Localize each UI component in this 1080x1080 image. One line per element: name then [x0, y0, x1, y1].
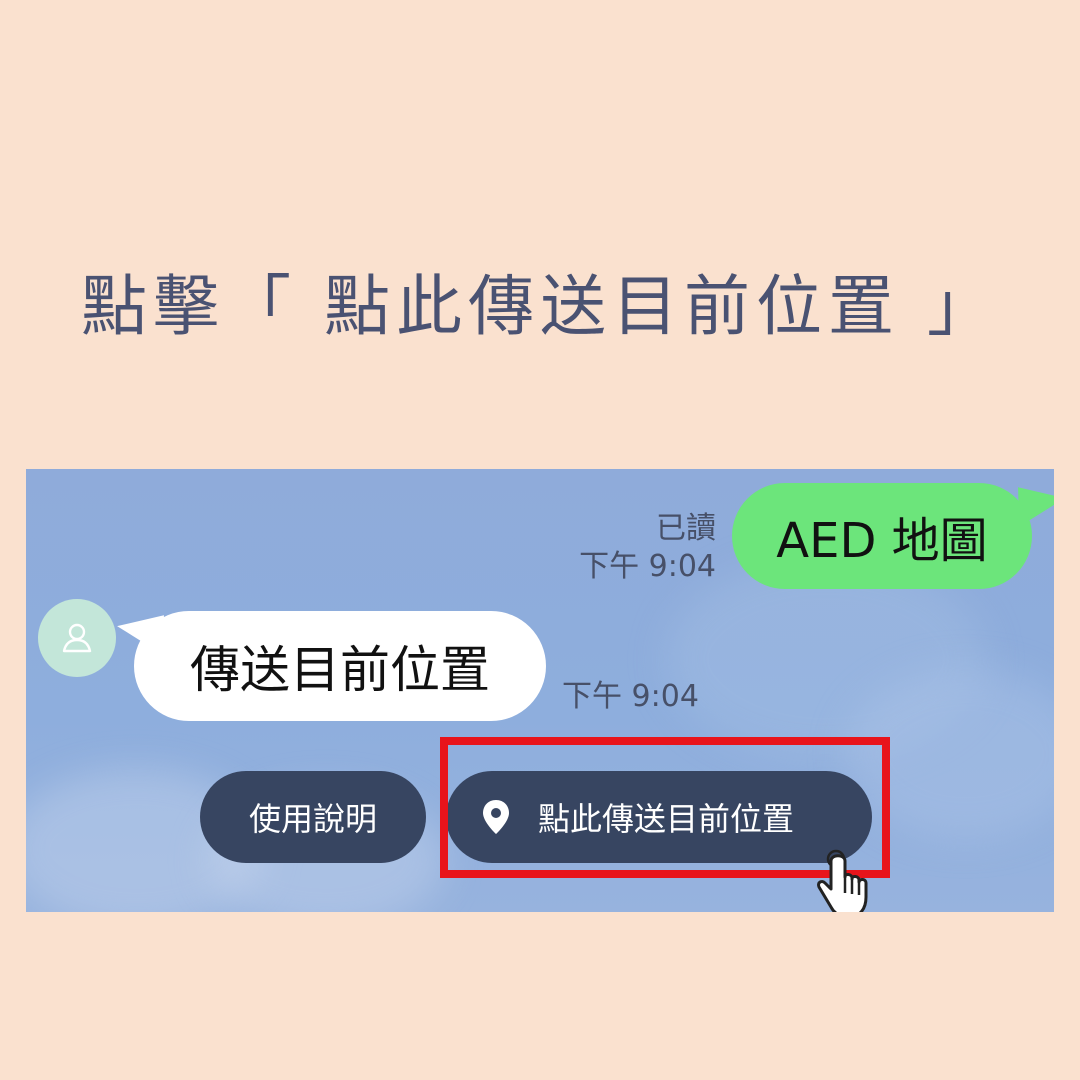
received-message-time: 下午 9:04 — [562, 679, 699, 714]
page-heading: 點擊「 點此傳送目前位置 」 — [81, 268, 999, 345]
received-message-bubble[interactable]: 傳送目前位置 — [134, 611, 546, 721]
sent-message-time: 下午 9:04 — [579, 549, 716, 584]
person-icon — [62, 623, 92, 653]
sent-message-bubble[interactable]: AED 地圖 — [732, 483, 1032, 589]
avatar[interactable] — [38, 599, 116, 677]
help-quick-reply-label: 使用說明 — [248, 800, 377, 838]
help-quick-reply-button[interactable]: 使用說明 — [200, 771, 426, 863]
chat-screenshot: 已讀 下午 9:04 AED 地圖 傳送目前位置 下午 9:04 使用說明 點此… — [26, 469, 1054, 912]
hand-pointer-icon — [814, 849, 872, 912]
